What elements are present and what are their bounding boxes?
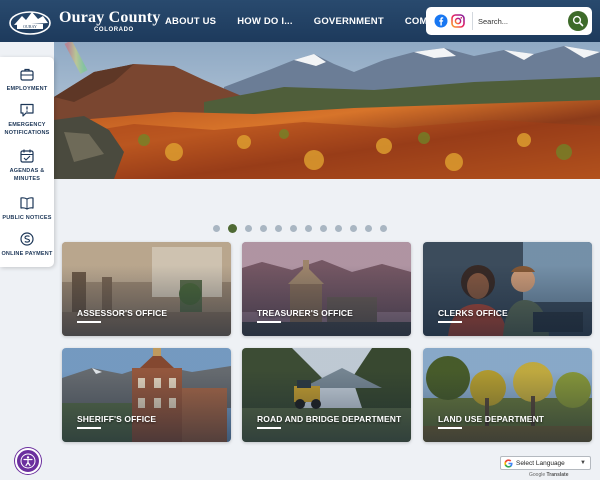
card-road-and-bridge[interactable]: ROAD AND BRIDGE DEPARTMENT <box>242 348 411 442</box>
card-underline <box>77 427 101 429</box>
accessibility-button[interactable] <box>15 448 41 474</box>
sidebar-item-label: AGENDAS & MINUTES <box>9 168 45 182</box>
slider-pagination <box>213 223 395 233</box>
sidebar-item-public-notices[interactable]: PUBLIC NOTICES <box>0 195 54 222</box>
slider-dot[interactable] <box>380 224 387 232</box>
card-title: SHERIFF'S OFFICE <box>77 414 157 424</box>
sidebar-item-online-payment[interactable]: ONLINE PAYMENT <box>0 231 54 258</box>
slider-dot[interactable] <box>305 224 312 232</box>
card-title: CLERKS OFFICE <box>438 308 508 318</box>
google-icon <box>504 458 513 468</box>
instagram-icon[interactable] <box>451 14 465 28</box>
svg-text:OURAY: OURAY <box>23 24 37 29</box>
briefcase-icon <box>20 68 34 81</box>
book-icon <box>20 197 34 210</box>
search-input[interactable] <box>478 13 564 29</box>
slider-dot[interactable] <box>365 224 372 232</box>
chevron-down-icon: ▼ <box>580 460 586 466</box>
nav-about-us[interactable]: ABOUT US <box>165 16 216 27</box>
site-header: OURAY Ouray County COLORADO ABOUT US HOW… <box>0 0 600 42</box>
card-underline <box>77 321 101 323</box>
sidebar-item-emergency-notifications[interactable]: EMERGENCY NOTIFICATIONS <box>0 102 54 137</box>
slider-dot[interactable] <box>245 224 252 232</box>
powered-google-text: Google <box>529 472 546 478</box>
language-select-label: Select Language <box>516 459 565 467</box>
slider-dot[interactable] <box>320 224 327 232</box>
sidebar-item-agendas-minutes[interactable]: AGENDAS & MINUTES <box>0 148 54 183</box>
quick-links-sidebar: EMPLOYMENT EMERGENCY NOTIFICATIONS AGEND… <box>0 57 54 267</box>
site-logo[interactable]: OURAY Ouray County COLORADO <box>8 6 188 38</box>
card-underline <box>438 321 462 323</box>
card-title: TREASURER'S OFFICE <box>257 308 353 318</box>
search-icon <box>572 15 584 27</box>
powered-translate-text: Translate <box>546 472 569 478</box>
sidebar-item-label: EMPLOYMENT <box>6 86 48 92</box>
accessibility-icon <box>20 453 36 469</box>
card-title: ASSESSOR'S OFFICE <box>77 308 168 318</box>
slider-dot[interactable] <box>228 223 237 233</box>
card-land-use-department[interactable]: LAND USE DEPARTMENT <box>423 348 592 442</box>
card-treasurers-office[interactable]: TREASURER'S OFFICE <box>242 242 411 336</box>
main-nav: ABOUT US HOW DO I... GOVERNMENT COMMUNIT… <box>165 0 465 42</box>
card-sheriffs-office[interactable]: SHERIFF'S OFFICE <box>62 348 231 442</box>
site-subtitle: COLORADO <box>94 27 134 33</box>
facebook-icon[interactable] <box>434 14 448 28</box>
nav-how-do-i[interactable]: HOW DO I... <box>237 16 293 27</box>
chat-alert-icon <box>20 103 34 117</box>
card-underline <box>438 427 462 429</box>
card-clerks-office[interactable]: CLERKS OFFICE <box>423 242 592 336</box>
slider-dot[interactable] <box>335 224 342 232</box>
powered-by-google[interactable]: Google Translate <box>529 472 568 478</box>
card-underline <box>257 321 281 323</box>
search-bar <box>426 7 592 35</box>
card-assessors-office[interactable]: ASSESSOR'S OFFICE <box>62 242 231 336</box>
slider-dot[interactable] <box>275 224 282 232</box>
payment-icon <box>20 232 34 246</box>
sidebar-item-label: PUBLIC NOTICES <box>2 215 52 221</box>
slider-dot[interactable] <box>350 224 357 232</box>
sidebar-item-label: ONLINE PAYMENT <box>1 251 53 257</box>
nav-government[interactable]: GOVERNMENT <box>314 16 384 27</box>
card-underline <box>257 427 281 429</box>
calendar-icon <box>20 149 34 163</box>
search-button[interactable] <box>568 11 588 31</box>
search-divider <box>472 12 473 30</box>
sidebar-item-employment[interactable]: EMPLOYMENT <box>0 66 54 93</box>
slider-dot[interactable] <box>260 224 267 232</box>
card-title: LAND USE DEPARTMENT <box>438 414 545 424</box>
language-select[interactable]: Select Language ▼ <box>500 456 591 470</box>
slider-dot[interactable] <box>213 224 220 232</box>
sidebar-item-label: EMERGENCY NOTIFICATIONS <box>4 122 50 136</box>
hero-banner <box>54 42 600 179</box>
mountain-landscape-image <box>54 42 600 179</box>
site-title: Ouray County <box>59 9 161 26</box>
slider-dot[interactable] <box>290 224 297 232</box>
card-title: ROAD AND BRIDGE DEPARTMENT <box>257 414 402 424</box>
